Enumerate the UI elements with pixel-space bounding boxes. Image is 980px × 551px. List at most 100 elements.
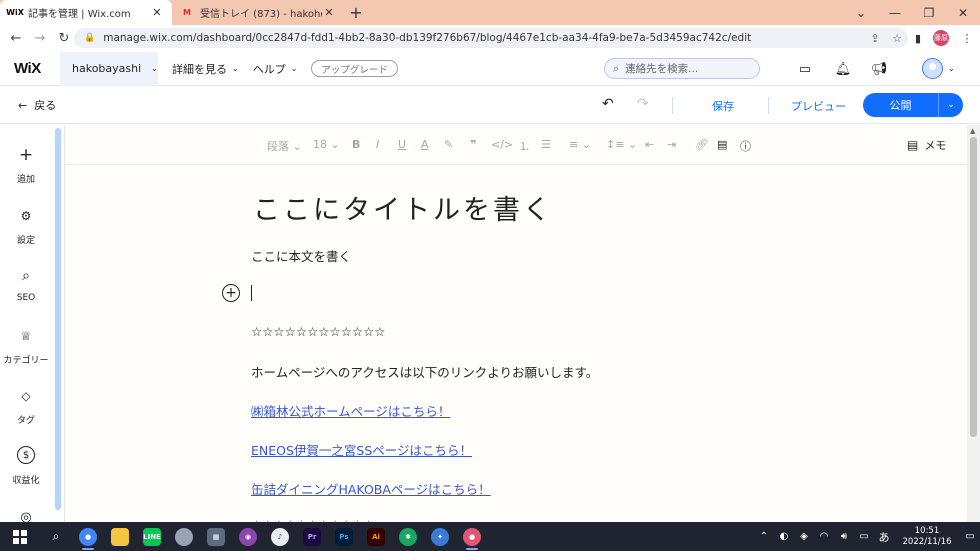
taskbar-chrome-icon[interactable]: ● <box>72 522 104 551</box>
taskbar-explorer-icon[interactable] <box>104 522 136 551</box>
link-company-homepage[interactable]: ㈱箱林公式ホームページはこちら！ <box>251 401 450 420</box>
info-icon[interactable]: ⓘ <box>740 138 751 154</box>
increase-indent-icon[interactable]: ⇥ <box>667 138 676 151</box>
taskbar-app4-icon[interactable]: ✦ <box>424 522 456 551</box>
decrease-indent-icon[interactable]: ⇤ <box>645 138 654 151</box>
share-icon[interactable]: ⇪ <box>864 32 886 45</box>
add-block-plus-icon[interactable]: + <box>222 284 240 302</box>
bold-icon[interactable]: B <box>352 138 360 151</box>
close-icon[interactable]: ✕ <box>322 6 336 19</box>
font-size-dropdown[interactable]: 18 ⌄ <box>313 138 340 151</box>
underline-icon[interactable]: U <box>398 138 406 151</box>
sidebar-item-monetize[interactable]: $ 収益化 <box>0 443 52 486</box>
publish-options-chevron-icon[interactable]: ⌄ <box>939 100 963 110</box>
numbered-list-icon[interactable]: ⒈ <box>519 138 530 154</box>
chat-icon[interactable]: ▭ <box>795 60 815 78</box>
taskbar-chrome-profile-icon[interactable]: ● <box>456 522 488 551</box>
notification-icon[interactable]: ▭ <box>960 531 980 542</box>
forward-arrow-icon[interactable]: → <box>28 26 52 50</box>
contact-search-input[interactable]: ⌕ 連絡先を検索... <box>604 58 760 79</box>
stars-line[interactable]: ☆☆☆☆☆☆☆☆☆☆☆☆ <box>251 324 385 339</box>
italic-icon[interactable]: I <box>376 138 379 151</box>
bookmark-star-icon[interactable]: ☆ <box>886 32 908 45</box>
text-color-icon[interactable]: A <box>421 138 429 151</box>
upgrade-button[interactable]: アップグレード <box>311 60 398 77</box>
link-eneos-ss[interactable]: ENEOS伊賀一之宮SSページはこちら！ <box>251 440 472 459</box>
link-kanzume-dining[interactable]: 缶詰ダイニングHAKOBAページはこちら！ <box>251 479 491 498</box>
user-avatar[interactable] <box>922 58 943 79</box>
taskbar-app-icon[interactable] <box>168 522 200 551</box>
bulleted-list-icon[interactable]: ☰ <box>541 138 551 151</box>
sidebar-item-seo[interactable]: ⌕ SEO <box>0 263 52 303</box>
menu-help[interactable]: ヘルプ ⌄ <box>253 61 298 77</box>
chevron-up-icon[interactable]: ⌃ <box>756 531 772 542</box>
editor-canvas[interactable]: 段落 ⌄ 18 ⌄ B I U A ✎ ❞ </> ⒈ ☰ ≡ ⌄ ↕≡ ⌄ ⇤… <box>65 125 967 522</box>
battery-icon[interactable]: ▭ <box>856 531 872 542</box>
site-selector[interactable]: hakobayashi ⌄ <box>60 51 158 86</box>
app-tray-icon[interactable]: ◐ <box>776 531 792 542</box>
taskbar-app2-icon[interactable]: ◉ <box>232 522 264 551</box>
tab-wix[interactable]: WiX 記事を管理 | Wix.com ✕ <box>0 0 172 25</box>
reload-icon[interactable]: ↻ <box>52 26 76 50</box>
post-title[interactable]: ここにタイトルを書く <box>253 188 553 227</box>
align-dropdown-icon[interactable]: ≡ ⌄ <box>569 138 591 151</box>
undo-icon[interactable]: ↶ <box>602 96 614 112</box>
memo-button[interactable]: ▤ メモ <box>907 137 946 153</box>
post-body-text[interactable]: ここに本文を書く <box>251 246 351 265</box>
comment-icon[interactable]: ▤ <box>717 138 727 151</box>
wix-logo[interactable]: WiX <box>0 60 60 77</box>
save-button[interactable]: 保存 <box>712 98 734 114</box>
scrollbar-thumb[interactable] <box>970 137 977 437</box>
close-icon[interactable]: ✕ <box>150 6 164 19</box>
taskbar-illustrator-icon[interactable]: Ai <box>360 522 392 551</box>
app-tray-icon[interactable]: ◈ <box>796 531 812 542</box>
megaphone-icon[interactable]: 📢︎ <box>869 60 889 78</box>
highlight-icon[interactable]: ✎ <box>444 138 453 151</box>
chrome-menu-icon[interactable]: ⋮ <box>956 25 978 51</box>
taskbar-line-icon[interactable]: LINE <box>136 522 168 551</box>
quote-icon[interactable]: ❞ <box>470 138 476 151</box>
wifi-icon[interactable]: ◠ <box>816 531 832 542</box>
sidebar-item-category[interactable]: ♕ カテゴリー <box>0 323 52 366</box>
preview-button[interactable]: プレビュー <box>791 98 846 114</box>
taskbar-app3-icon[interactable]: ✱ <box>392 522 424 551</box>
bell-icon[interactable]: 🔔︎ <box>833 60 853 78</box>
line-spacing-icon[interactable]: ↕≡ ⌄ <box>606 138 637 151</box>
publish-button[interactable]: 公開 ⌄ <box>863 93 963 117</box>
chevron-down-icon[interactable]: ⌄ <box>948 64 955 73</box>
taskbar-premiere-icon[interactable]: Pr <box>296 522 328 551</box>
taskbar-photoshop-icon[interactable]: Ps <box>328 522 360 551</box>
back-arrow-icon[interactable]: ← <box>4 26 28 50</box>
taskbar-search-icon[interactable]: ⌕ <box>40 522 72 551</box>
side-panel-icon[interactable]: ▮ <box>907 25 929 51</box>
window-close-icon[interactable]: ✕ <box>946 0 980 25</box>
scroll-up-icon[interactable]: ▲ <box>970 127 975 135</box>
new-tab-button[interactable]: + <box>344 0 368 25</box>
taskbar-calculator-icon[interactable]: ▦ <box>200 522 232 551</box>
taskbar-music-icon[interactable]: ♪ <box>264 522 296 551</box>
clock[interactable]: 10:51 2022/11/16 <box>894 526 960 548</box>
profile-avatar[interactable]: 藤原 <box>930 25 952 51</box>
sidebar-item-settings[interactable]: ⚙ 設定 <box>0 203 52 246</box>
restore-icon[interactable]: ❐ <box>912 0 946 25</box>
ime-indicator[interactable]: あ <box>876 529 892 545</box>
lock-icon[interactable]: 🔒 <box>84 33 95 43</box>
paragraph-style-dropdown[interactable]: 段落 ⌄ <box>267 138 302 154</box>
address-bar[interactable]: 🔒 manage.wix.com/dashboard/0cc2847d-fdd1… <box>74 28 908 48</box>
link-icon[interactable]: 🔗︎ <box>695 138 709 151</box>
sidebar-item-tag[interactable]: ◇ タグ <box>0 383 52 426</box>
url-text: manage.wix.com/dashboard/0cc2847d-fdd1-4… <box>103 32 752 44</box>
sidebar-item-add[interactable]: + 追加 <box>0 142 52 185</box>
tab-search-chevron-icon[interactable]: ⌄ <box>844 0 878 25</box>
page-scrollbar[interactable]: ▲ <box>967 125 980 522</box>
access-text[interactable]: ホームページへのアクセスは以下のリンクよりお願いします。 <box>251 362 598 381</box>
volume-icon[interactable]: 🔊︎ <box>836 531 852 542</box>
menu-details[interactable]: 詳細を見る ⌄ <box>172 61 239 77</box>
sidebar-scrollbar[interactable] <box>55 128 61 510</box>
minimize-icon[interactable]: — <box>878 0 912 25</box>
tab-gmail[interactable]: M 受信トレイ (873) - hakohota0320@ ✕ <box>172 0 344 25</box>
redo-icon[interactable]: ↷ <box>637 96 649 112</box>
back-button[interactable]: ← 戻る <box>18 97 56 113</box>
code-icon[interactable]: </> <box>491 138 513 151</box>
windows-start-icon[interactable] <box>0 522 40 551</box>
